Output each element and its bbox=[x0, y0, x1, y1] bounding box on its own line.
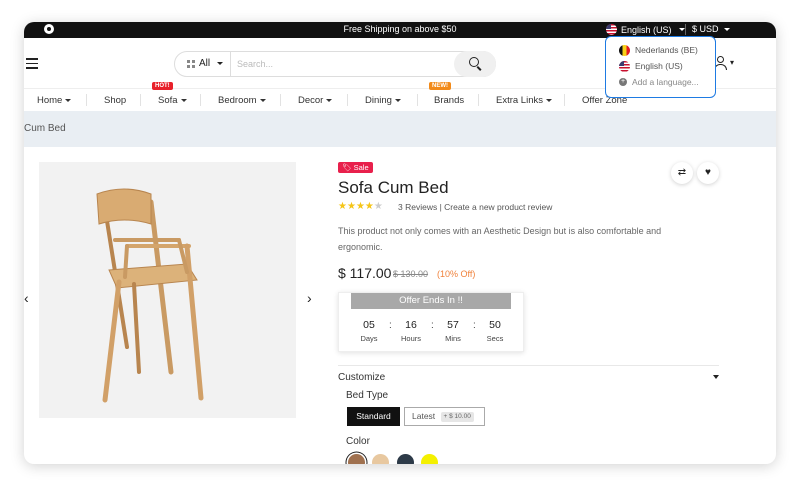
offer-title: Offer Ends In !! bbox=[351, 293, 511, 309]
nav-item-shop[interactable]: Shop bbox=[104, 95, 126, 106]
color-swatch[interactable] bbox=[372, 454, 389, 464]
previous-image-arrow-icon[interactable]: ‹ bbox=[24, 290, 29, 306]
customize-toggle[interactable]: Customize bbox=[338, 365, 719, 387]
chair-image bbox=[96, 188, 204, 403]
nav-item-bedroom[interactable]: Bedroom bbox=[218, 95, 266, 106]
search-input[interactable] bbox=[237, 57, 437, 71]
discount-label: (10% Off) bbox=[437, 269, 476, 279]
divider bbox=[230, 52, 231, 76]
color-swatch[interactable] bbox=[421, 454, 438, 464]
new-badge: NEW! bbox=[429, 82, 451, 90]
wishlist-button[interactable]: ♥ bbox=[697, 162, 719, 184]
original-price: $ 130.00 bbox=[393, 269, 429, 279]
add-language-link[interactable]: + Add a language... bbox=[619, 74, 715, 90]
browser-frame: Free Shipping on above $50 English (US) … bbox=[24, 22, 776, 464]
hot-badge: HOT! bbox=[152, 82, 173, 90]
bed-type-label: Bed Type bbox=[346, 390, 389, 401]
rating-stars: ★★★★★ bbox=[338, 201, 383, 212]
search-bar: All bbox=[174, 51, 496, 77]
language-option-label: English (US) bbox=[635, 61, 683, 71]
extra-price-badge: + $ 10.00 bbox=[440, 411, 474, 422]
nav-item-dining[interactable]: Dining bbox=[365, 95, 401, 106]
search-category-label: All bbox=[199, 58, 211, 69]
plus-icon: + bbox=[619, 78, 627, 86]
bed-type-latest[interactable]: Latest + $ 10.00 bbox=[404, 407, 485, 426]
chevron-down-icon bbox=[217, 62, 224, 65]
color-label: Color bbox=[346, 436, 370, 447]
color-swatch[interactable] bbox=[348, 454, 365, 464]
language-option-label: Nederlands (BE) bbox=[635, 45, 698, 55]
divider bbox=[685, 24, 686, 35]
grid-icon bbox=[187, 59, 195, 68]
star-empty-icon: ★ bbox=[373, 201, 383, 212]
language-label: English (US) bbox=[621, 24, 672, 35]
breadcrumb: Cum Bed bbox=[24, 111, 776, 147]
countdown-days: 05 Days bbox=[360, 319, 378, 343]
currency-label: $ USD bbox=[692, 24, 719, 34]
language-option-en-us[interactable]: English (US) bbox=[619, 58, 715, 74]
nav-item-brands[interactable]: Brands bbox=[434, 95, 464, 106]
star-icon: ★ bbox=[346, 201, 356, 212]
us-flag-icon bbox=[619, 60, 630, 72]
belgium-flag-icon bbox=[619, 44, 630, 56]
language-option-nl-be[interactable]: Nederlands (BE) bbox=[619, 42, 715, 58]
compare-button[interactable]: ⇄ bbox=[671, 162, 693, 184]
chevron-down-icon bbox=[724, 28, 731, 32]
reviews-link[interactable]: 3 Reviews | Create a new product review bbox=[398, 202, 552, 212]
nav-item-home[interactable]: Home bbox=[37, 95, 72, 106]
breadcrumb-current: Cum Bed bbox=[24, 123, 66, 134]
nav-item-sofa[interactable]: Sofa bbox=[158, 95, 187, 106]
countdown-secs: 50 Secs bbox=[486, 319, 504, 343]
product-price: $ 117.00 bbox=[338, 265, 392, 281]
search-icon bbox=[469, 57, 479, 67]
add-language-label: Add a language... bbox=[632, 77, 699, 87]
color-swatch[interactable] bbox=[397, 454, 414, 464]
star-icon: ★ bbox=[355, 201, 365, 212]
search-button[interactable] bbox=[454, 51, 496, 77]
heart-icon: ♥ bbox=[705, 167, 711, 178]
star-icon: ★ bbox=[338, 201, 347, 212]
language-dropdown: Nederlands (BE) English (US) + Add a lan… bbox=[605, 36, 716, 98]
search-category-select[interactable]: All bbox=[187, 58, 224, 69]
us-flag-icon bbox=[606, 24, 617, 35]
compare-arrows-icon: ⇄ bbox=[677, 167, 687, 178]
product-description: This product not only comes with an Aest… bbox=[338, 226, 662, 252]
star-icon: ★ bbox=[364, 201, 374, 212]
bed-type-latest-label: Latest bbox=[412, 411, 436, 421]
nav-item-decor[interactable]: Decor bbox=[298, 95, 333, 106]
bed-type-standard[interactable]: Standard bbox=[347, 407, 400, 426]
next-image-arrow-icon[interactable]: › bbox=[307, 290, 312, 306]
product-image[interactable] bbox=[39, 162, 296, 418]
user-account-icon[interactable] bbox=[714, 56, 728, 70]
sale-badge: 🏷 Sale bbox=[338, 162, 373, 173]
chevron-down-icon bbox=[713, 375, 719, 379]
hamburger-menu-icon[interactable] bbox=[26, 58, 38, 69]
chevron-down-icon bbox=[678, 28, 685, 31]
offer-countdown: Offer Ends In !! 05 Days : 16 Hours : 57 Mi… bbox=[338, 292, 524, 352]
currency-selector[interactable]: $ USD bbox=[692, 24, 731, 34]
chevron-down-icon[interactable]: ▾ bbox=[730, 58, 734, 67]
language-selector[interactable]: English (US) bbox=[606, 24, 685, 35]
nav-item-extra-links[interactable]: Extra Links bbox=[496, 95, 552, 106]
product-title: Sofa Cum Bed bbox=[338, 178, 449, 197]
customize-title: Customize bbox=[338, 372, 386, 383]
countdown-hours: 16 Hours bbox=[400, 319, 421, 343]
countdown-mins: 57 Mins bbox=[445, 319, 461, 343]
